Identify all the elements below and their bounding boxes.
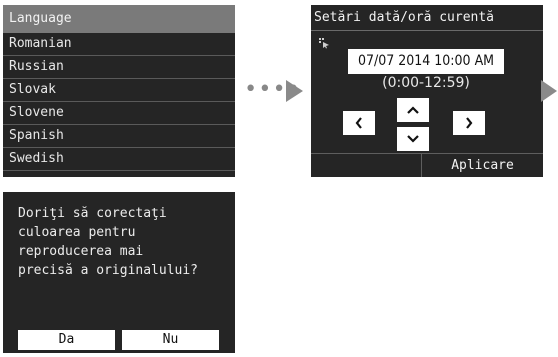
language-item-russian[interactable]: Russian [3, 56, 235, 79]
yes-button[interactable]: Da [18, 330, 115, 350]
language-item-swedish[interactable]: Swedish [3, 148, 235, 171]
language-item-romanian[interactable]: Romanian [3, 33, 235, 56]
language-screen: Language Romanian Russian Slovak Slovene… [3, 5, 235, 177]
confirm-dialog-screen: Doriţi să corectaţi culoarea pentru repr… [3, 192, 235, 353]
chevron-left-icon [355, 117, 362, 129]
language-item-spanish[interactable]: Spanish [3, 125, 235, 148]
chevron-right-icon [466, 117, 473, 129]
apply-button[interactable]: Aplicare [422, 154, 543, 177]
no-button[interactable]: Nu [122, 330, 219, 350]
touch-hand-icon [318, 37, 330, 52]
next-step-arrow-icon [286, 80, 303, 102]
time-range-hint: (0:00-12:59) [382, 75, 470, 91]
date-time-screen: Setări dată/oră curentă 07/07 2014 10:00… [311, 5, 543, 177]
bottom-bar: Aplicare [311, 153, 543, 177]
next-step-arrow-icon [541, 80, 557, 102]
date-time-field[interactable]: 07/07 2014 10:00 AM [348, 49, 504, 74]
increment-button[interactable] [397, 98, 429, 122]
chevron-up-icon [407, 106, 419, 114]
cursor-left-button[interactable] [343, 111, 375, 135]
language-item-slovak[interactable]: Slovak [3, 79, 235, 102]
decrement-button[interactable] [397, 127, 429, 151]
cursor-right-button[interactable] [453, 111, 485, 135]
language-item-slovene[interactable]: Slovene [3, 102, 235, 125]
language-title: Language [3, 5, 235, 33]
confirm-message: Doriţi să corectaţi culoarea pentru repr… [18, 206, 199, 278]
language-list: Romanian Russian Slovak Slovene Spanish … [3, 33, 235, 171]
chevron-down-icon [407, 135, 419, 143]
date-time-title: Setări dată/oră curentă [311, 5, 543, 31]
